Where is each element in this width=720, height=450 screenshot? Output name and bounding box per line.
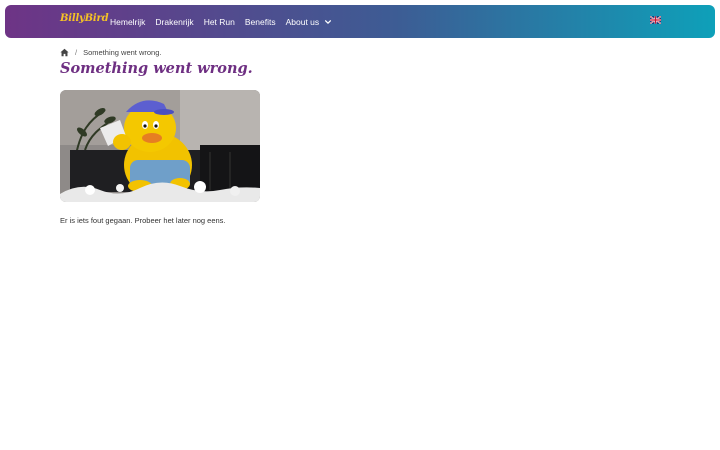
nav-item-about-us-label: About us bbox=[285, 16, 320, 27]
uk-flag-icon[interactable] bbox=[650, 16, 661, 24]
page-title: Something went wrong. bbox=[60, 60, 253, 77]
error-illustration bbox=[60, 90, 260, 202]
nav-item-about-us[interactable]: About us bbox=[286, 17, 333, 27]
error-message: Er is iets fout gegaan. Probeer het late… bbox=[60, 216, 226, 225]
chevron-down-icon bbox=[325, 19, 332, 24]
home-icon[interactable] bbox=[60, 48, 69, 57]
nav-item-hemelrijk[interactable]: Hemelrijk bbox=[110, 17, 145, 27]
nav-item-het-run[interactable]: Het Run bbox=[204, 17, 235, 27]
top-navbar: BillyBird Hemelrijk Drakenrijk Het Run B… bbox=[5, 5, 715, 38]
nav-menu: Hemelrijk Drakenrijk Het Run Benefits Ab… bbox=[110, 5, 342, 38]
logo[interactable]: BillyBird bbox=[60, 13, 109, 24]
nav-item-drakenrijk[interactable]: Drakenrijk bbox=[155, 17, 193, 27]
nav-item-benefits[interactable]: Benefits bbox=[245, 17, 276, 27]
breadcrumb: / Something went wrong. bbox=[60, 48, 161, 57]
breadcrumb-separator: / bbox=[75, 48, 78, 57]
breadcrumb-current: Something went wrong. bbox=[83, 48, 162, 57]
